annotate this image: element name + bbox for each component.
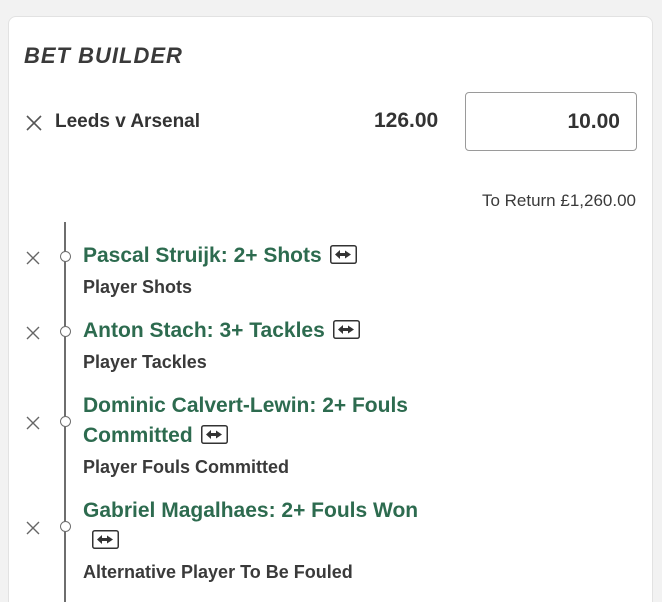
selection-title[interactable]: Dominic Calvert-Lewin: 2+ Fouls Committe… (83, 391, 408, 451)
selection-title-text: Pascal Struijk: 2+ Shots (83, 244, 322, 267)
remove-selection-close-icon[interactable] (25, 415, 41, 431)
timeline-dot (60, 326, 71, 337)
stake-input[interactable] (465, 92, 637, 151)
selection-market: Player Shots (83, 277, 193, 297)
remove-selection-close-icon[interactable] (25, 250, 41, 266)
swap-player-icon[interactable] (329, 244, 357, 264)
timeline-dot (60, 521, 71, 532)
selection-market: Player Tackles (83, 352, 207, 372)
timeline-dot (60, 251, 71, 262)
swap-player-icon[interactable] (332, 319, 360, 339)
swap-player-icon[interactable] (92, 529, 119, 549)
bet-builder-title: BET BUILDER (24, 43, 183, 68)
remove-selection-close-icon[interactable] (25, 325, 41, 341)
remove-selection-close-icon[interactable] (25, 520, 41, 536)
swap-player-icon[interactable] (200, 424, 228, 444)
selection-market: Player Fouls Committed (83, 457, 290, 477)
selection-title[interactable]: Pascal Struijk: 2+ Shots (83, 241, 357, 271)
bet-odds: 126.00 (374, 109, 439, 132)
selection-market: Alternative Player To Be Fouled (83, 562, 353, 582)
selection-title-text: Anton Stach: 3+ Tackles (83, 319, 325, 342)
bet-builder-card: BET BUILDER Leeds v Arsenal 126.00 To Re… (8, 16, 653, 602)
selection-title[interactable]: Anton Stach: 3+ Tackles (83, 316, 360, 346)
match-name: Leeds v Arsenal (55, 111, 201, 132)
to-return-text: To Return £1,260.00 (481, 191, 636, 210)
timeline-dot (60, 416, 71, 427)
selection-title[interactable]: Gabriel Magalhaes: 2+ Fouls Won (83, 496, 418, 556)
timeline-line (64, 222, 66, 602)
remove-match-close-icon[interactable] (25, 114, 43, 132)
selection-title-line1: Dominic Calvert-Lewin: 2+ Fouls (83, 394, 408, 417)
selection-title-text: Gabriel Magalhaes: 2+ Fouls Won (83, 499, 419, 522)
selection-title-line2: Committed (83, 424, 193, 447)
